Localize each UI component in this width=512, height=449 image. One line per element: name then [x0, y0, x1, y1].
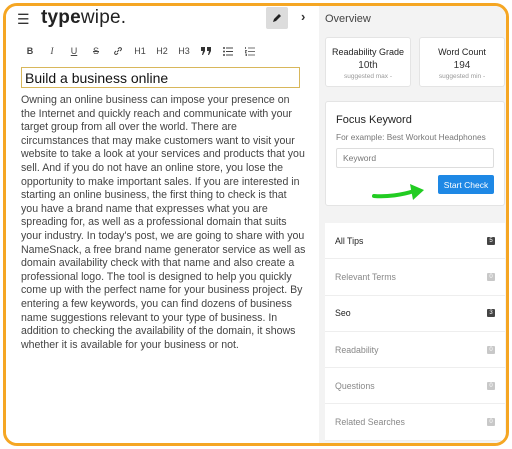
- strikethrough-button[interactable]: S: [86, 43, 106, 59]
- overview-title: Overview: [325, 13, 371, 25]
- format-toolbar: B I U S H1 H2 H3: [20, 43, 262, 59]
- tip-count-badge: 0: [487, 418, 495, 427]
- tip-row-related-searches[interactable]: Related Searches 0: [325, 404, 505, 441]
- document-body-text[interactable]: Owning an online business can impose you…: [21, 94, 306, 352]
- word-count-card: Word Count 194 suggested min -: [419, 37, 505, 87]
- heading3-button[interactable]: H3: [174, 43, 194, 59]
- quote-button[interactable]: [196, 43, 216, 59]
- green-arrow-icon: [372, 184, 424, 200]
- keyword-input[interactable]: [336, 148, 494, 168]
- tip-count-badge: 5: [487, 236, 495, 245]
- readability-grade-label: Readability Grade: [331, 47, 405, 57]
- tips-list: All Tips 5 Relevant Terms 0 Seo 3 Readability 0…: [325, 223, 505, 441]
- tip-label: Related Searches: [335, 417, 405, 428]
- focus-keyword-example: For example: Best Workout Headphones: [336, 132, 486, 142]
- word-count-suggestion: suggested min -: [438, 73, 486, 80]
- readability-grade-value: 10th: [358, 60, 378, 71]
- italic-button[interactable]: I: [42, 43, 62, 59]
- tip-row-seo[interactable]: Seo 3: [325, 295, 505, 332]
- numbered-list-icon: [245, 46, 255, 56]
- word-count-value: 194: [453, 60, 471, 71]
- collapse-panel-chevron-icon[interactable]: ›: [301, 9, 305, 24]
- tip-count-badge: 3: [487, 309, 495, 318]
- app-frame: ☰ typewipe. › B I U S H1 H2 H3 Build a b…: [3, 3, 509, 446]
- editor-panel: ☰ typewipe. › B I U S H1 H2 H3 Build a b…: [6, 6, 319, 443]
- start-check-button[interactable]: Start Check: [438, 175, 494, 194]
- tip-label: Relevant Terms: [335, 271, 396, 282]
- tip-count-badge: 0: [487, 381, 495, 390]
- pen-button[interactable]: [266, 7, 288, 29]
- pen-icon: [273, 14, 281, 22]
- hamburger-menu-icon[interactable]: ☰: [17, 11, 30, 28]
- numbered-list-button[interactable]: [240, 43, 260, 59]
- tip-count-badge: 0: [487, 345, 495, 354]
- link-icon: [114, 47, 122, 55]
- app-logo: typewipe.: [41, 7, 127, 28]
- underline-button[interactable]: U: [64, 43, 84, 59]
- tip-row-all-tips[interactable]: All Tips 5: [325, 223, 505, 260]
- tip-label: Questions: [335, 380, 375, 391]
- bold-button[interactable]: B: [20, 43, 40, 59]
- heading2-button[interactable]: H2: [152, 43, 172, 59]
- bullet-list-icon: [223, 46, 233, 56]
- tip-row-relevant-terms[interactable]: Relevant Terms 0: [325, 259, 505, 296]
- link-button[interactable]: [108, 43, 128, 59]
- top-bar: ☰ typewipe. ›: [6, 6, 319, 32]
- bullet-list-button[interactable]: [218, 43, 238, 59]
- readability-grade-card: Readability Grade 10th suggested max -: [325, 37, 411, 87]
- readability-grade-suggestion: suggested max -: [343, 73, 393, 80]
- tip-count-badge: 0: [487, 272, 495, 281]
- tip-label: Readability: [335, 344, 379, 355]
- tip-row-readability[interactable]: Readability 0: [325, 331, 505, 369]
- tip-row-questions[interactable]: Questions 0: [325, 368, 505, 405]
- heading1-button[interactable]: H1: [130, 43, 150, 59]
- overview-panel: Overview Readability Grade 10th suggeste…: [319, 6, 506, 443]
- focus-keyword-title: Focus Keyword: [336, 114, 412, 126]
- tip-label: All Tips: [335, 235, 364, 246]
- quote-icon: [201, 47, 211, 55]
- word-count-label: Word Count: [438, 47, 486, 57]
- tip-label: Seo: [335, 308, 351, 319]
- document-title-input[interactable]: Build a business online: [21, 67, 300, 88]
